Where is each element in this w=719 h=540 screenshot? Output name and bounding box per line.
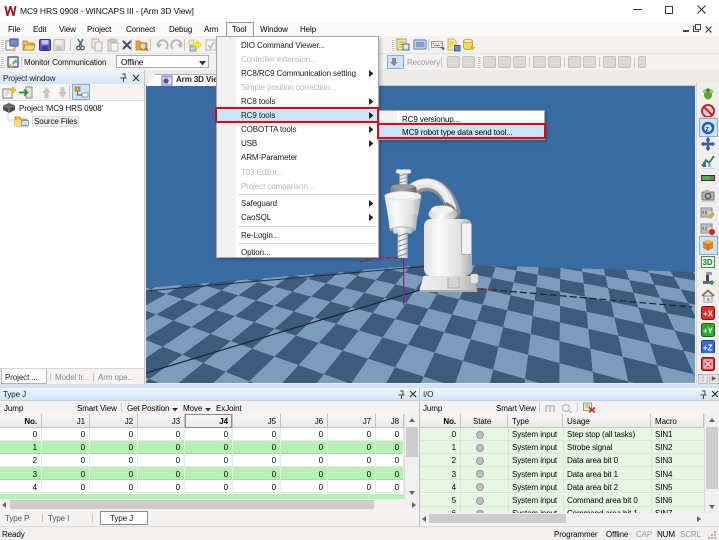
svg-text:+X: +X [703, 309, 714, 318]
svg-text:+Y: +Y [703, 326, 714, 335]
svg-text:+Z: +Z [703, 343, 713, 352]
svg-text:z: z [706, 126, 710, 133]
svg-text:3D: 3D [703, 258, 713, 267]
